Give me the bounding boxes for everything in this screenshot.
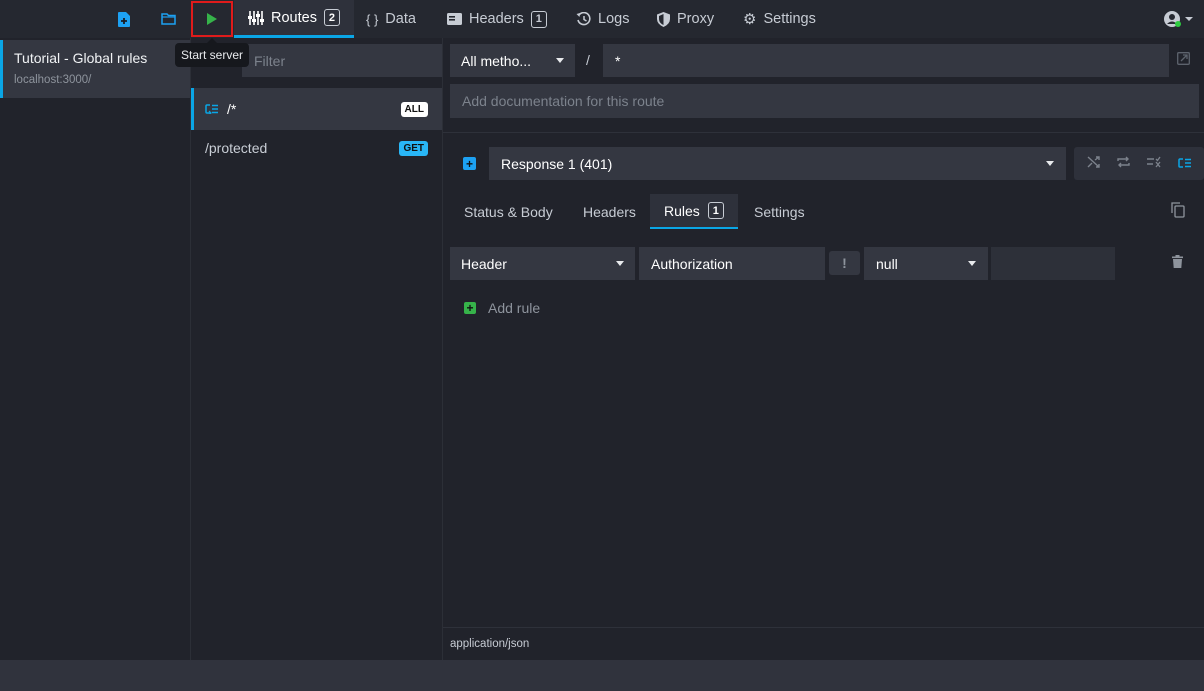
plus-icon: + [464,302,476,314]
routes-icon [248,10,264,25]
routes-count-badge: 2 [323,9,340,26]
chevron-down-icon [616,261,624,266]
start-server-button[interactable] [191,1,233,37]
route-item[interactable]: /protected GET [191,127,442,169]
tab-rules[interactable]: Rules 1 [650,194,738,229]
chevron-down-icon [1046,161,1054,166]
sequential-responses-icon [205,101,219,117]
rule-invert-button[interactable]: ! [829,251,860,275]
path-separator: / [586,52,590,68]
copy-icon[interactable] [1171,202,1185,223]
file-plus-icon [118,11,130,27]
braces-icon: { } [366,11,379,27]
add-rule-button[interactable]: + Add rule [464,300,540,316]
online-status-dot [1174,21,1181,27]
method-select-value: All metho... [461,52,532,69]
top-toolbar: Routes 2 { } Data Headers 1 Logs Proxy ⚙… [0,0,1204,38]
tab-label: Logs [598,11,630,27]
tab-settings[interactable]: ⚙ Settings [729,0,830,38]
route-path: /protected [205,140,268,156]
sequential-response-icon[interactable] [1116,155,1130,173]
tab-label: Routes [271,9,317,26]
method-badge: GET [399,140,428,156]
tab-logs[interactable]: Logs [562,0,643,38]
disable-rules-icon[interactable] [1146,155,1161,173]
environment-item[interactable]: Tutorial - Global rules localhost:3000/ [0,40,190,98]
route-path-input[interactable] [603,44,1169,77]
environments-panel: Tutorial - Global rules localhost:3000/ [0,38,191,660]
tab-label: Headers [583,203,636,220]
response-mode-toolbar [1074,147,1204,180]
user-avatar-icon [1163,11,1181,27]
tab-status-body[interactable]: Status & Body [450,194,567,229]
tab-label: Settings [763,11,816,27]
tab-label: Data [385,11,416,27]
method-select[interactable]: All metho... [450,44,575,77]
response-select-value: Response 1 (401) [501,155,613,172]
headers-icon [447,13,462,25]
tab-label: Rules [664,202,700,219]
folder-icon [160,13,176,25]
random-response-icon[interactable] [1087,155,1100,173]
open-external-icon[interactable] [1177,52,1190,70]
exclamation-icon: ! [842,255,847,271]
method-badge: ALL [400,101,428,117]
tab-data[interactable]: { } Data [352,0,430,38]
tab-label: Headers [469,11,524,27]
environment-name: Tutorial - Global rules [14,50,148,66]
new-environment-button[interactable] [110,0,138,38]
divider [443,627,1204,628]
trash-icon[interactable] [1172,255,1183,273]
play-icon [207,13,217,25]
route-editor: All metho... / + Response 1 (401) Status… [443,38,1204,660]
shield-icon [657,11,670,27]
add-response-button[interactable]: + [463,157,476,170]
gear-icon: ⚙ [743,11,757,28]
routes-filter-input[interactable] [242,44,442,77]
chevron-down-icon [556,58,564,63]
tab-label: Settings [754,203,805,220]
status-bar [0,660,1204,691]
rule-target-value: Header [461,255,507,272]
tab-label: Status & Body [464,203,553,220]
routes-panel: /* ALL /protected GET [191,38,443,660]
divider [443,132,1204,133]
user-menu-button[interactable] [1160,0,1196,38]
tab-routes[interactable]: Routes 2 [234,0,354,38]
open-environment-button[interactable] [154,0,182,38]
tab-proxy[interactable]: Proxy [643,0,728,38]
route-item[interactable]: /* ALL [191,88,442,130]
tab-response-settings[interactable]: Settings [740,194,819,229]
environment-url: localhost:3000/ [14,74,92,86]
chevron-down-icon [968,261,976,266]
rules-count-badge: 1 [707,202,724,219]
chevron-down-icon [1184,17,1193,21]
plus-icon: + [465,156,473,171]
rule-property-input[interactable] [639,247,825,280]
rule-operator-select[interactable]: null [864,247,988,280]
headers-count-badge: 1 [530,10,547,28]
content-type-label: application/json [450,638,530,650]
rule-operator-value: null [876,255,898,272]
route-path: /* [227,101,237,117]
rule-target-select[interactable]: Header [450,247,635,280]
route-documentation-input[interactable] [450,84,1199,118]
tab-label: Proxy [677,11,715,27]
response-select[interactable]: Response 1 (401) [489,147,1066,180]
history-icon [576,12,591,26]
rule-value-input[interactable] [991,247,1115,280]
start-server-tooltip: Start server [175,38,250,67]
add-rule-label: Add rule [488,300,541,316]
tab-response-headers[interactable]: Headers [569,194,650,229]
fallback-mode-icon[interactable] [1177,155,1192,173]
tab-headers[interactable]: Headers 1 [433,0,561,38]
